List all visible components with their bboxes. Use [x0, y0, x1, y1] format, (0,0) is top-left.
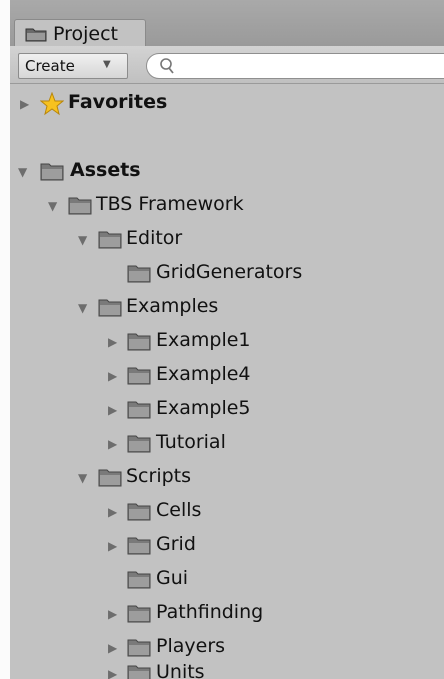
expand-arrow-icon[interactable]: ▶ — [108, 540, 117, 552]
tree-item-gridgenerators[interactable]: GridGenerators — [10, 257, 444, 291]
folder-icon — [127, 502, 151, 525]
tree-item-units[interactable]: ▶ Units — [10, 657, 444, 679]
folder-icon — [127, 264, 151, 287]
expand-arrow-icon[interactable]: ▶ — [20, 98, 29, 110]
tree-item-scripts[interactable]: ▼ Scripts — [10, 461, 444, 495]
chevron-down-icon: ▼ — [103, 59, 111, 70]
tree-item-label: Players — [156, 635, 226, 657]
folder-icon — [25, 26, 47, 46]
expand-arrow-icon[interactable]: ▶ — [108, 608, 117, 620]
folder-icon — [127, 604, 151, 627]
folder-icon — [127, 664, 151, 679]
tree-item-grid[interactable]: ▶ Grid — [10, 529, 444, 563]
tree-item-examples[interactable]: ▼ Examples — [10, 291, 444, 325]
tree-item-label: Example5 — [156, 397, 251, 419]
expand-arrow-icon[interactable]: ▶ — [108, 668, 117, 679]
tree-item-label: Assets — [70, 159, 141, 181]
folder-icon — [98, 298, 122, 321]
tree-item-assets[interactable]: ▼ Assets — [10, 155, 444, 189]
tree-item-tutorial[interactable]: ▶ Tutorial — [10, 427, 444, 461]
tab-strip: Project — [10, 0, 444, 47]
tree-item-label: GridGenerators — [156, 261, 303, 283]
folder-icon — [127, 434, 151, 457]
tree-item-label: Gui — [156, 567, 189, 589]
project-window: Project Create ▼ ▶ Favorites ▼ Assets ▼ … — [10, 0, 444, 679]
tree-item-favorites[interactable]: ▶ Favorites — [10, 87, 444, 121]
folder-icon — [127, 536, 151, 559]
tree-item-example5[interactable]: ▶ Example5 — [10, 393, 444, 427]
tree-item-label: Example1 — [156, 329, 251, 351]
folder-icon — [40, 162, 64, 185]
collapse-arrow-icon[interactable]: ▼ — [78, 302, 87, 314]
expand-arrow-icon[interactable]: ▶ — [108, 370, 117, 382]
tree-item-example4[interactable]: ▶ Example4 — [10, 359, 444, 393]
collapse-arrow-icon[interactable]: ▼ — [78, 234, 87, 246]
tab-project[interactable]: Project — [14, 19, 146, 47]
collapse-arrow-icon[interactable]: ▼ — [78, 472, 87, 484]
search-box[interactable] — [146, 53, 444, 79]
tree-item-gui[interactable]: Gui — [10, 563, 444, 597]
expand-arrow-icon[interactable]: ▶ — [108, 438, 117, 450]
star-icon — [39, 91, 65, 120]
folder-icon — [98, 468, 122, 491]
toolbar: Create ▼ — [10, 46, 444, 84]
tree-item-label: Pathfinding — [156, 601, 264, 623]
tree-item-label: TBS Framework — [96, 193, 244, 215]
tree-item-label: Tutorial — [156, 431, 226, 453]
folder-icon — [127, 332, 151, 355]
tree-item-label: Grid — [156, 533, 196, 555]
folder-icon — [98, 230, 122, 253]
search-input[interactable] — [181, 56, 444, 78]
folder-icon — [127, 570, 151, 593]
tree-item-label: Units — [156, 661, 205, 679]
folder-icon — [68, 196, 92, 219]
tree-item-pathfinding[interactable]: ▶ Pathfinding — [10, 597, 444, 631]
expand-arrow-icon[interactable]: ▶ — [108, 642, 117, 654]
tab-label: Project — [53, 23, 119, 45]
expand-arrow-icon[interactable]: ▶ — [108, 404, 117, 416]
expand-arrow-icon[interactable]: ▶ — [108, 336, 117, 348]
tree-item-example1[interactable]: ▶ Example1 — [10, 325, 444, 359]
folder-icon — [127, 366, 151, 389]
collapse-arrow-icon[interactable]: ▼ — [18, 166, 27, 178]
collapse-arrow-icon[interactable]: ▼ — [48, 200, 57, 212]
create-label: Create — [25, 57, 75, 75]
folder-icon — [127, 400, 151, 423]
tree-item-tbs-framework[interactable]: ▼ TBS Framework — [10, 189, 444, 223]
tree-item-label: Examples — [126, 295, 219, 317]
tree-item-label: Example4 — [156, 363, 251, 385]
tree-item-label: Editor — [126, 227, 183, 249]
search-icon — [159, 57, 175, 79]
expand-arrow-icon[interactable]: ▶ — [108, 506, 117, 518]
tree-item-editor[interactable]: ▼ Editor — [10, 223, 444, 257]
create-dropdown-button[interactable]: Create ▼ — [18, 53, 128, 79]
tree-item-label: Scripts — [126, 465, 192, 487]
tree-item-label: Cells — [156, 499, 202, 521]
tree-item-cells[interactable]: ▶ Cells — [10, 495, 444, 529]
tree-item-label: Favorites — [68, 91, 168, 113]
